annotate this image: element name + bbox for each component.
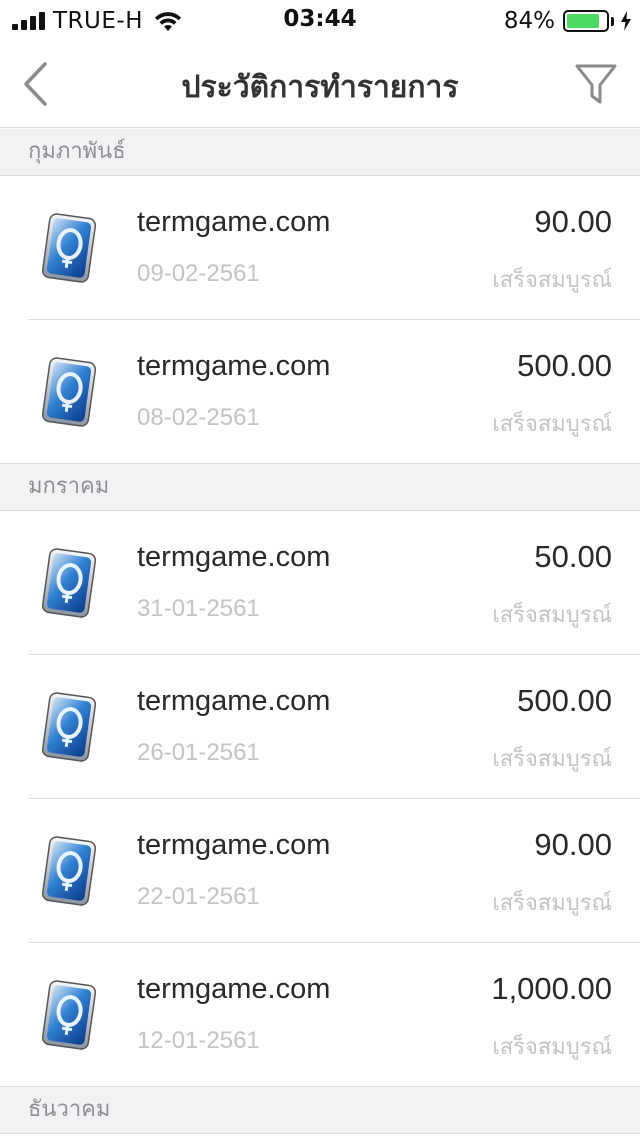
transaction-amount: 500.00	[517, 348, 612, 383]
transaction-amount: 1,000.00	[491, 971, 612, 1006]
transaction-row[interactable]: termgame.com 22-01-2561 90.00 เสร็จสมบูรณ์	[0, 799, 640, 943]
section-header: ธันวาคม	[0, 1087, 640, 1134]
filter-icon[interactable]	[574, 62, 618, 106]
status-bar: TRUE-H 03:44 84%	[0, 0, 640, 40]
battery-cap	[611, 16, 614, 26]
battery-icon	[563, 10, 609, 32]
merchant-name: termgame.com	[137, 973, 331, 1005]
transaction-status: เสร็จสมบูรณ์	[492, 412, 612, 437]
transaction-date: 12-01-2561	[137, 1027, 260, 1054]
transaction-amount: 500.00	[517, 683, 612, 718]
row-divider	[0, 463, 640, 464]
transaction-row[interactable]: termgame.com 09-02-2561 90.00 เสร็จสมบูรณ์	[0, 176, 640, 320]
transaction-date: 31-01-2561	[137, 595, 260, 622]
transaction-row[interactable]: termgame.com 31-01-2561 50.00 เสร็จสมบูรณ์	[0, 511, 640, 655]
transaction-list: กุมภาพันธ์ termgame.com 09-02-2561 90.00 เสร…	[0, 129, 640, 1134]
merchant-name: termgame.com	[137, 685, 331, 717]
merchant-name: termgame.com	[137, 829, 331, 861]
transaction-date: 26-01-2561	[137, 739, 260, 766]
transaction-date: 08-02-2561	[137, 404, 260, 431]
navigation-bar: ประวัติการทำรายการ	[0, 40, 640, 128]
transaction-status: เสร็จสมบูรณ์	[492, 603, 612, 628]
transaction-amount: 50.00	[534, 539, 612, 574]
game-card-icon	[36, 354, 102, 430]
game-card-icon	[36, 833, 102, 909]
transaction-row[interactable]: termgame.com 26-01-2561 500.00 เสร็จสมบูรณ์	[0, 655, 640, 799]
game-card-icon	[36, 210, 102, 286]
merchant-name: termgame.com	[137, 350, 331, 382]
battery-level	[567, 14, 599, 28]
transaction-date: 09-02-2561	[137, 260, 260, 287]
transaction-date: 22-01-2561	[137, 883, 260, 910]
transaction-status: เสร็จสมบูรณ์	[492, 268, 612, 293]
transaction-amount: 90.00	[534, 204, 612, 239]
page-title: ประวัติการทำรายการ	[181, 70, 459, 105]
game-card-icon	[36, 977, 102, 1053]
transaction-row[interactable]: termgame.com 08-02-2561 500.00 เสร็จสมบูรณ์	[0, 320, 640, 464]
transaction-amount: 90.00	[534, 827, 612, 862]
merchant-name: termgame.com	[137, 206, 331, 238]
transaction-status: เสร็จสมบูรณ์	[492, 1035, 612, 1060]
merchant-name: termgame.com	[137, 541, 331, 573]
transaction-status: เสร็จสมบูรณ์	[492, 891, 612, 916]
section-header: กุมภาพันธ์	[0, 129, 640, 176]
section-header: มกราคม	[0, 464, 640, 511]
game-card-icon	[36, 689, 102, 765]
charging-bolt-icon	[621, 11, 631, 31]
transaction-status: เสร็จสมบูรณ์	[492, 747, 612, 772]
game-card-icon	[36, 545, 102, 621]
battery-percent: 84%	[503, 8, 555, 34]
row-divider	[0, 1086, 640, 1087]
transaction-row[interactable]: termgame.com 12-01-2561 1,000.00 เสร็จสมบูร…	[0, 943, 640, 1087]
